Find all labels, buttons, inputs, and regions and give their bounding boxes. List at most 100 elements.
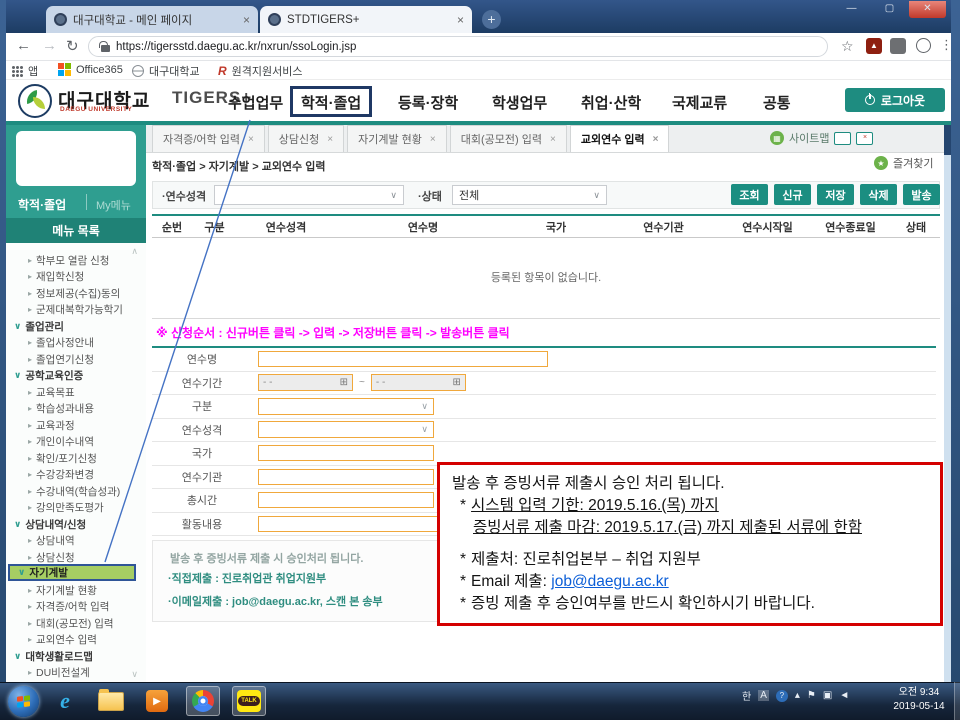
sidebar-item[interactable]: ▸학습성과내용	[6, 401, 146, 418]
sitemap-link[interactable]: 사이트맵	[789, 130, 829, 146]
forward-icon[interactable]: →	[42, 37, 57, 54]
tab-close-icon[interactable]: ×	[243, 13, 250, 27]
sidebar-group[interactable]: ∨졸업관리	[6, 318, 146, 335]
sidebar-item[interactable]: ▸교육과정	[6, 417, 146, 434]
delete-button[interactable]: 삭제	[860, 184, 897, 205]
workspace-tab-selfdev-status[interactable]: 자기계발 현황×	[347, 125, 447, 152]
tab-close-icon[interactable]: ×	[457, 13, 464, 27]
sidebar-item[interactable]: ▸교외연수 입력	[6, 632, 146, 649]
media-player-icon[interactable]: ▶	[140, 686, 174, 716]
sidebar-item[interactable]: ▸수강강좌변경	[6, 467, 146, 484]
workspace-tab-external-training-active[interactable]: 교외연수 입력×	[570, 125, 670, 152]
show-hidden-icons[interactable]: ▴	[795, 690, 800, 701]
file-explorer-icon[interactable]	[94, 686, 128, 716]
bookmark-daegu-univ[interactable]: 대구대학교	[132, 63, 200, 79]
bookmark-remote-support[interactable]: R 원격지원서비스	[218, 63, 303, 79]
sidebar-item[interactable]: ▸군제대복학가능학기	[6, 302, 146, 319]
nav-employment-industry[interactable]: 취업·산학	[581, 92, 641, 113]
apps-shortcut[interactable]: 앱	[12, 63, 38, 79]
sidebar-item[interactable]: ▸상담내역	[6, 533, 146, 550]
bookmark-star-icon[interactable]: ☆	[841, 38, 854, 55]
nav-registration-scholarship[interactable]: 등록·장학	[398, 92, 458, 113]
internet-explorer-icon[interactable]: e	[48, 686, 82, 716]
sidebar-group[interactable]: ∨공학교육인증	[6, 368, 146, 385]
sidebar-item[interactable]: ▸졸업연기신청	[6, 351, 146, 368]
total-hours-input[interactable]	[258, 492, 434, 508]
sidebar-item[interactable]: ▸대회(공모전) 입력	[6, 615, 146, 632]
nav-student-affairs[interactable]: 학생업무	[492, 92, 547, 113]
maximize-button[interactable]: ▢	[871, 1, 908, 18]
email-link[interactable]: job@daegu.ac.kr	[551, 573, 668, 590]
tab-close-icon[interactable]: ×	[430, 134, 436, 145]
favorite-link[interactable]: 즐겨찾기	[893, 155, 933, 171]
nav-classes[interactable]: 수업업무	[228, 92, 283, 113]
sidebar-item[interactable]: ▸DU비전설계	[6, 665, 146, 682]
workspace-tab-contest[interactable]: 대회(공모전) 입력×	[450, 125, 567, 152]
ime-korean-icon[interactable]: 한	[742, 688, 751, 703]
reload-icon[interactable]: ↻	[66, 37, 79, 55]
sidebar-item[interactable]: ▸강의만족도평가	[6, 500, 146, 517]
scroll-down-icon[interactable]: ∨	[131, 669, 138, 680]
sidebar-item[interactable]: ▸재입학신청	[6, 269, 146, 286]
help-tray-icon[interactable]: ?	[776, 690, 788, 702]
content-scrollbar[interactable]	[944, 155, 951, 682]
ime-mode-icon[interactable]: A	[758, 690, 769, 701]
bookmark-office365[interactable]: Office365	[58, 63, 123, 76]
extension-icon[interactable]	[890, 38, 906, 54]
network-icon[interactable]: ▣	[823, 690, 832, 701]
address-bar[interactable]: https://tigersstd.daegu.ac.kr/nxrun/ssoL…	[88, 36, 828, 57]
sidebar-item[interactable]: ▸확인/포기신청	[6, 450, 146, 467]
sidebar-group-self-development-highlighted[interactable]: ∨자기계발	[8, 564, 136, 581]
calendar-icon[interactable]: ⊞	[452, 377, 460, 388]
tab-close-icon[interactable]: ×	[248, 134, 254, 145]
workspace-tab-certificates[interactable]: 자격증/어학 입력×	[152, 125, 265, 152]
end-date-picker[interactable]: - -⊞	[371, 374, 466, 391]
sidebar-item[interactable]: ▸교육목표	[6, 384, 146, 401]
sidebar-group[interactable]: ∨상담내역/신청	[6, 516, 146, 533]
sidebar-item[interactable]: ▸개인이수내역	[6, 434, 146, 451]
tab-close-icon[interactable]: ×	[327, 134, 333, 145]
browser-tab-2-active[interactable]: STDTIGERS+ ×	[260, 6, 472, 33]
window-popup-icon[interactable]	[834, 132, 851, 145]
start-button[interactable]	[8, 686, 39, 717]
nav-common[interactable]: 공통	[763, 92, 791, 113]
adobe-pdf-extension-icon[interactable]: ▲	[866, 38, 882, 54]
tab-close-icon[interactable]: ×	[550, 134, 556, 145]
calendar-icon[interactable]: ⊞	[340, 377, 348, 388]
chrome-taskbar-icon[interactable]	[186, 686, 220, 716]
sidebar-item[interactable]: ▸자격증/어학 입력	[6, 599, 146, 616]
country-input[interactable]	[258, 445, 434, 461]
volume-muted-icon[interactable]: ◄	[839, 690, 849, 701]
institution-input[interactable]	[258, 469, 434, 485]
training-type-select[interactable]: ∨	[258, 421, 434, 438]
sidebar-item[interactable]: ▸수강내역(학습성과)	[6, 483, 146, 500]
nav-international[interactable]: 국제교류	[672, 92, 727, 113]
send-button[interactable]: 발송	[903, 184, 940, 205]
start-date-picker[interactable]: - -⊞	[258, 374, 353, 391]
action-center-flag-icon[interactable]: ⚑	[807, 690, 816, 701]
sidebar-group[interactable]: ∨대학생활로드맵	[6, 648, 146, 665]
back-icon[interactable]: ←	[16, 37, 31, 54]
profile-avatar-icon[interactable]	[916, 38, 931, 53]
minimize-button[interactable]: —	[833, 1, 870, 18]
browser-tab-1[interactable]: 대구대학교 - 메인 페이지 ×	[46, 6, 258, 33]
new-tab-button[interactable]: +	[482, 10, 501, 29]
taskbar-clock[interactable]: 오전 9:34 2019-05-14	[886, 686, 952, 713]
show-desktop-button[interactable]	[954, 682, 960, 720]
sidebar-item[interactable]: ▸자기계발 현황	[6, 582, 146, 599]
kakaotalk-taskbar-icon[interactable]: TALK	[232, 686, 266, 716]
save-button[interactable]: 저장	[817, 184, 854, 205]
logout-button[interactable]: 로그아웃	[845, 88, 945, 112]
new-button[interactable]: 신규	[774, 184, 811, 205]
search-button[interactable]: 조회	[731, 184, 768, 205]
close-button[interactable]: ✕	[909, 1, 946, 18]
url-text[interactable]: https://tigersstd.daegu.ac.kr/nxrun/ssoL…	[116, 41, 356, 53]
tab-close-icon[interactable]: ×	[653, 134, 659, 145]
sidebar-item[interactable]: ▸학부모 열람 신청	[6, 252, 146, 269]
training-name-input[interactable]	[258, 351, 548, 367]
window-close-popup-icon[interactable]: ×	[856, 132, 873, 145]
workspace-tab-counsel[interactable]: 상담신청×	[268, 125, 344, 152]
sidebar-item[interactable]: ▸정보제공(수집)동의	[6, 285, 146, 302]
sidebar-item[interactable]: ▸졸업사정안내	[6, 335, 146, 352]
category-select[interactable]: ∨	[258, 398, 434, 415]
